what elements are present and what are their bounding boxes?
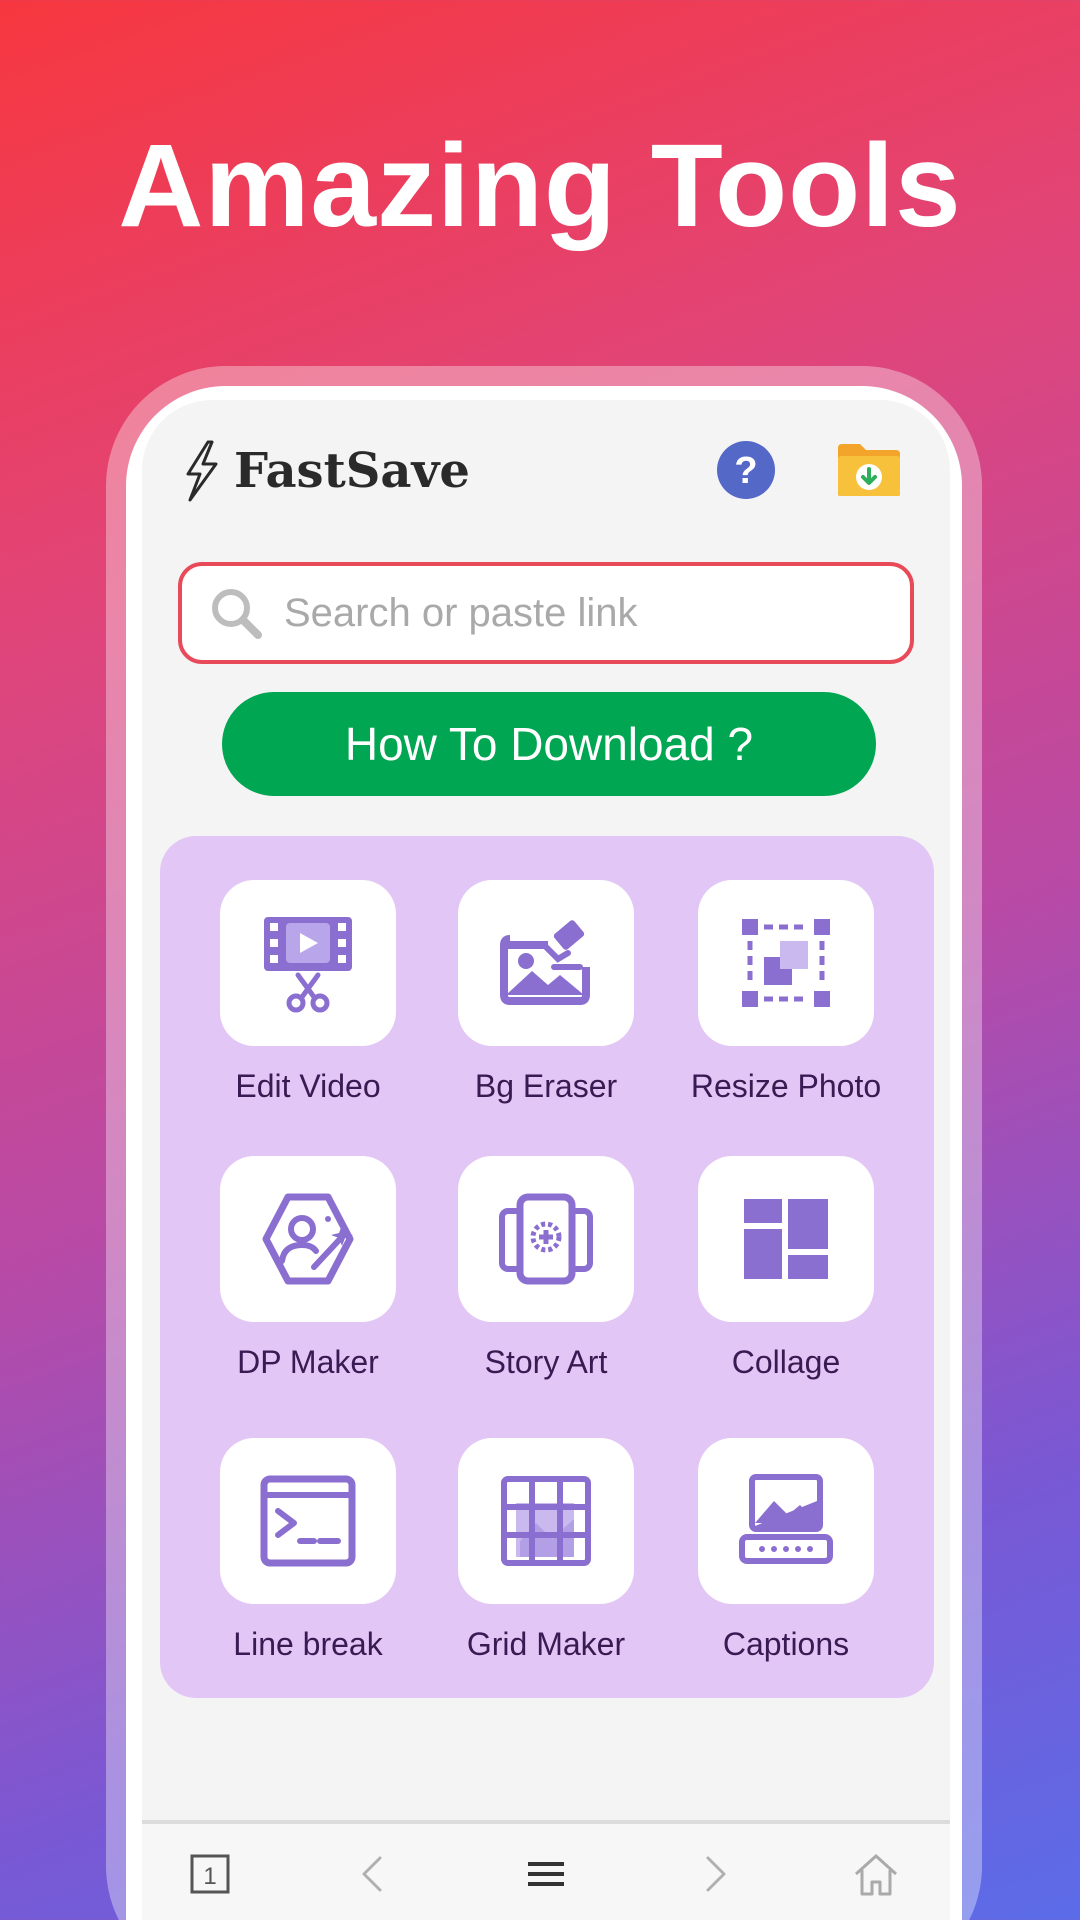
tool-bg-eraser[interactable]: Bg Eraser xyxy=(446,880,646,1105)
search-input[interactable] xyxy=(284,590,884,636)
tool-label: DP Maker xyxy=(237,1344,379,1380)
forward-icon[interactable] xyxy=(690,1850,738,1898)
image-eraser-icon xyxy=(500,920,590,1005)
resize-icon xyxy=(742,919,830,1007)
collage-icon xyxy=(744,1199,828,1279)
tool-card[interactable] xyxy=(698,1156,874,1322)
profile-sparkle-icon xyxy=(262,1193,354,1285)
image-keyboard-icon xyxy=(739,1474,833,1564)
app-logo: FastSave xyxy=(182,440,470,502)
tool-label: Grid Maker xyxy=(466,1626,626,1662)
back-icon[interactable] xyxy=(350,1850,398,1898)
tool-label: Collage xyxy=(731,1344,841,1380)
tool-grid-maker[interactable]: Grid Maker xyxy=(446,1438,646,1663)
app-name: FastSave xyxy=(234,443,470,499)
search-bar[interactable] xyxy=(178,562,914,664)
tool-label: Resize Photo xyxy=(690,1068,882,1104)
tool-collage[interactable]: Collage xyxy=(686,1156,886,1381)
tool-card[interactable] xyxy=(458,880,634,1046)
tool-card[interactable] xyxy=(458,1156,634,1322)
svg-text:?: ? xyxy=(734,450,757,492)
tool-label: Edit Video xyxy=(235,1068,381,1104)
tool-card[interactable] xyxy=(698,1438,874,1604)
tool-edit-video[interactable]: Edit Video xyxy=(208,880,408,1105)
question-circle-icon[interactable]: ? xyxy=(716,440,776,500)
home-icon[interactable] xyxy=(852,1850,900,1898)
tool-card[interactable] xyxy=(220,1156,396,1322)
video-scissors-icon xyxy=(264,917,352,1013)
grid-icon xyxy=(501,1476,591,1566)
story-frames-icon xyxy=(499,1193,593,1285)
lightning-bolt-icon xyxy=(186,440,218,502)
tool-line-break[interactable]: Line break xyxy=(208,1438,408,1663)
tools-panel: Edit Video Bg Eraser Resize Photo DP Mak… xyxy=(160,836,934,1698)
how-to-download-button[interactable]: How To Download ? xyxy=(222,692,876,796)
tool-resize-photo[interactable]: Resize Photo xyxy=(686,880,886,1105)
download-folder-icon[interactable] xyxy=(836,442,902,498)
promo-headline: Amazing Tools xyxy=(118,120,962,252)
tool-card[interactable] xyxy=(698,880,874,1046)
tool-card[interactable] xyxy=(220,1438,396,1604)
tool-label: Line break xyxy=(233,1626,383,1662)
tool-story-art[interactable]: Story Art xyxy=(446,1156,646,1381)
app-header: FastSave ? xyxy=(142,440,950,502)
tool-card[interactable] xyxy=(458,1438,634,1604)
app-screen: FastSave ? How To Download ? xyxy=(142,400,950,1920)
tabs-icon[interactable]: 1 xyxy=(186,1850,234,1898)
tool-captions[interactable]: Captions xyxy=(686,1438,886,1663)
tool-dp-maker[interactable]: DP Maker xyxy=(208,1156,408,1381)
tool-label: Bg Eraser xyxy=(474,1068,618,1104)
tool-label: Story Art xyxy=(484,1344,608,1380)
search-icon xyxy=(212,589,262,639)
terminal-icon xyxy=(260,1475,356,1567)
tab-count: 1 xyxy=(203,1863,216,1890)
tool-label: Captions xyxy=(722,1626,850,1662)
menu-icon[interactable] xyxy=(522,1850,570,1898)
tool-card[interactable] xyxy=(220,880,396,1046)
browser-bottom-bar: 1 xyxy=(142,1820,950,1920)
